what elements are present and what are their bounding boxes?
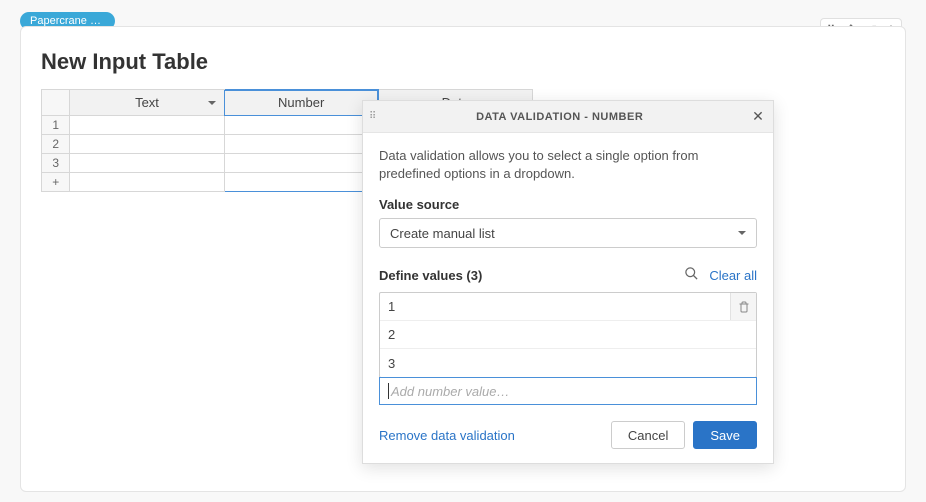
value-text: 2 <box>388 327 395 342</box>
cell[interactable] <box>224 135 378 154</box>
column-header-label: Number <box>278 95 324 110</box>
column-header-text[interactable]: Text <box>70 90 224 116</box>
value-row[interactable]: 3 <box>380 349 756 377</box>
cancel-button[interactable]: Cancel <box>611 421 685 449</box>
chevron-down-icon[interactable] <box>208 101 216 105</box>
modal-title: DATA VALIDATION - NUMBER <box>376 111 743 123</box>
values-list: 1 2 3 <box>379 292 757 378</box>
column-header-label: Text <box>135 95 159 110</box>
cell[interactable] <box>70 135 224 154</box>
clear-all-link[interactable]: Clear all <box>709 268 757 283</box>
value-text: 3 <box>388 356 395 371</box>
add-row-button[interactable]: + <box>42 173 70 192</box>
value-source-label: Value source <box>379 197 757 212</box>
value-row[interactable]: 1 <box>380 293 756 321</box>
corner-cell <box>42 90 70 116</box>
close-icon[interactable]: ✕ <box>743 108 773 125</box>
modal-body: Data validation allows you to select a s… <box>363 133 773 409</box>
select-value: Create manual list <box>390 226 495 241</box>
cell[interactable] <box>224 154 378 173</box>
remove-validation-link[interactable]: Remove data validation <box>379 428 515 443</box>
data-validation-modal: ⠿ DATA VALIDATION - NUMBER ✕ Data valida… <box>362 100 774 464</box>
delete-value-button[interactable] <box>730 293 756 320</box>
define-values-label: Define values (3) <box>379 268 482 283</box>
value-row[interactable]: 2 <box>380 321 756 349</box>
value-source-select[interactable]: Create manual list <box>379 218 757 248</box>
search-icon[interactable] <box>684 266 699 284</box>
drag-handle-icon[interactable]: ⠿ <box>369 114 376 120</box>
add-value-input[interactable]: Add number value… <box>379 377 757 405</box>
text-cursor <box>388 383 389 399</box>
modal-description: Data validation allows you to select a s… <box>379 147 757 183</box>
chevron-down-icon <box>738 231 746 235</box>
add-value-placeholder: Add number value… <box>391 384 510 399</box>
modal-header: ⠿ DATA VALIDATION - NUMBER ✕ <box>363 101 773 133</box>
trash-icon <box>738 301 750 313</box>
cell[interactable] <box>224 116 378 135</box>
row-number: 1 <box>42 116 70 135</box>
row-number: 2 <box>42 135 70 154</box>
cell[interactable] <box>70 116 224 135</box>
define-values-header: Define values (3) Clear all <box>379 266 757 284</box>
card-title: New Input Table <box>41 49 885 75</box>
row-number: 3 <box>42 154 70 173</box>
save-button[interactable]: Save <box>693 421 757 449</box>
modal-footer: Remove data validation Cancel Save <box>363 409 773 463</box>
cell[interactable] <box>224 173 378 192</box>
value-text: 1 <box>388 299 395 314</box>
cell[interactable] <box>70 154 224 173</box>
column-header-number[interactable]: Number <box>224 90 378 116</box>
cell[interactable] <box>70 173 224 192</box>
